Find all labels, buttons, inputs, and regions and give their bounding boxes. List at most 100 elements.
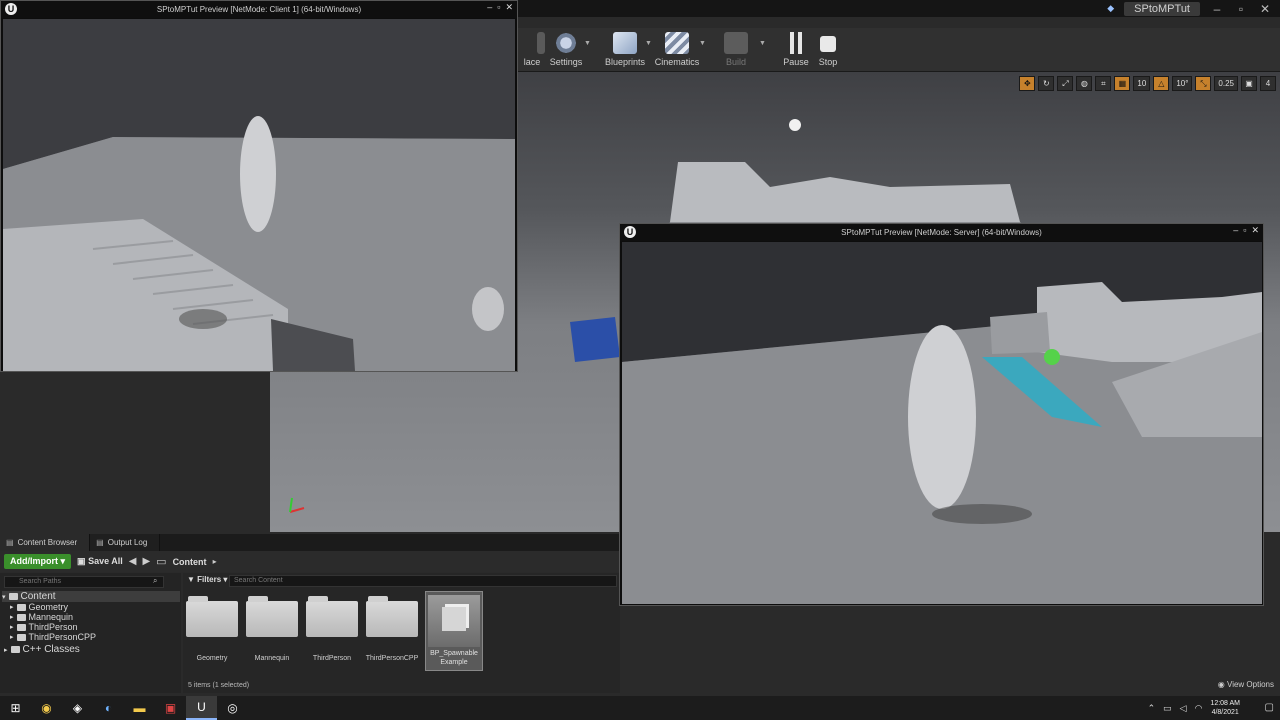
asset-bp-spawnable-example[interactable]: BP_Spawnable Example xyxy=(425,591,483,671)
expand-arrow-icon[interactable]: ▸ xyxy=(10,613,14,621)
breadcrumb[interactable]: Content xyxy=(173,557,207,567)
maximize-icon[interactable]: ▫ xyxy=(1234,2,1248,16)
forward-arrow-icon[interactable]: ▶ xyxy=(142,556,150,567)
clock[interactable]: 12:08 AM 4/8/2021 xyxy=(1210,699,1240,717)
close-icon[interactable]: ✕ xyxy=(1251,225,1259,236)
expand-arrow-icon[interactable]: ▸ xyxy=(10,603,14,611)
search-content-input[interactable]: Search Content xyxy=(229,575,617,587)
tray-chevron-icon[interactable]: ⌃ xyxy=(1148,703,1156,714)
close-icon[interactable]: ✕ xyxy=(1258,2,1272,16)
save-all-button[interactable]: ▣ Save All xyxy=(77,556,123,567)
stop-button[interactable]: Stop xyxy=(803,32,853,67)
pie-window-title: SPtoMPTut Preview [NetMode: Server] (64-… xyxy=(841,228,1042,237)
file-explorer-icon[interactable]: ▬ xyxy=(124,696,155,720)
build-button[interactable]: Build xyxy=(711,32,761,67)
minimize-icon[interactable]: – xyxy=(1210,2,1224,16)
light-source-icon xyxy=(789,119,801,131)
start-icon[interactable]: ⊞ xyxy=(0,696,31,720)
asset-folder-thirdpersoncpp[interactable]: ThirdPersonCPP xyxy=(363,593,421,662)
tree-label: ThirdPersonCPP xyxy=(28,632,97,642)
tab-content-browser[interactable]: ▤ Content Browser xyxy=(0,534,91,551)
tab-output-log[interactable]: ▤ Output Log xyxy=(90,534,161,551)
unreal-editor-icon[interactable]: U xyxy=(186,696,217,720)
cube-icon xyxy=(442,607,466,631)
window-controls: – ▫ ✕ xyxy=(1233,225,1259,236)
view-options-label: View Options xyxy=(1227,680,1274,689)
expand-arrow-icon[interactable]: ▸ xyxy=(10,633,14,641)
tree-label: Mannequin xyxy=(28,612,74,622)
asset-folder-thirdperson[interactable]: ThirdPerson xyxy=(303,593,361,662)
blueprint-thumbnail xyxy=(428,595,480,647)
asset-folder-mannequin[interactable]: Mannequin xyxy=(243,593,301,662)
back-arrow-icon[interactable]: ◀ xyxy=(129,556,137,567)
expand-arrow-icon[interactable]: ▸ xyxy=(10,623,14,631)
chevron-down-icon[interactable]: ▼ xyxy=(699,40,706,47)
source-control-icon[interactable]: ◆ xyxy=(1107,3,1114,14)
tree-item-content[interactable]: ▾ Content xyxy=(2,591,180,602)
toolbar-label: Build xyxy=(725,57,746,67)
chrome-icon[interactable]: ◉ xyxy=(31,696,62,720)
search-icon[interactable]: ⌕ xyxy=(153,576,157,586)
asset-view: ▼ Filters ▾ Search Content Geometry Mann… xyxy=(183,573,620,693)
blueprints-button[interactable]: Blueprints xyxy=(600,32,650,67)
client-scene xyxy=(3,19,515,371)
tree-item-thirdperson[interactable]: ▸ ThirdPerson xyxy=(10,622,78,632)
tree-item-geometry[interactable]: ▸ Geometry xyxy=(10,602,68,612)
chevron-right-icon[interactable]: ▸ xyxy=(213,557,217,566)
close-icon[interactable]: ✕ xyxy=(505,2,513,13)
maximize-icon[interactable]: ▫ xyxy=(1243,225,1246,236)
window-controls: – ▫ ✕ xyxy=(487,2,513,13)
server-game-view[interactable] xyxy=(622,242,1262,604)
settings-button[interactable]: Settings xyxy=(541,32,591,67)
folder-icon xyxy=(16,623,26,631)
tree-label: ThirdPerson xyxy=(28,622,78,632)
epic-launcher-icon[interactable]: ▣ xyxy=(155,696,186,720)
view-options-button[interactable]: ◉ View Options xyxy=(1218,680,1274,689)
build-icon xyxy=(724,32,748,54)
paths-panel: ☰ Search Paths ⌕ ▾ Content ▸ Geometry ▸ … xyxy=(0,573,181,693)
app-icon[interactable]: ◎ xyxy=(217,696,248,720)
add-import-label: Add/Import xyxy=(10,556,58,566)
maximize-icon[interactable]: ▫ xyxy=(497,2,500,13)
network-icon[interactable]: ▭ xyxy=(1163,703,1172,714)
search-paths-input[interactable]: Search Paths xyxy=(4,576,164,588)
asset-label: Mannequin xyxy=(254,655,290,662)
chevron-down-icon[interactable]: ▼ xyxy=(645,40,652,47)
tree-item-thirdpersoncpp[interactable]: ▸ ThirdPersonCPP xyxy=(10,632,96,642)
filters-label: Filters xyxy=(197,575,222,584)
minimize-icon[interactable]: – xyxy=(1233,225,1238,236)
expand-arrow-icon[interactable]: ▸ xyxy=(4,646,8,654)
asset-folder-geometry[interactable]: Geometry xyxy=(183,593,241,662)
chevron-down-icon[interactable]: ▼ xyxy=(584,40,591,47)
tab-label: Content Browser xyxy=(17,538,78,547)
steam-icon[interactable]: ◈ xyxy=(62,696,93,720)
filters-button[interactable]: ▼ Filters ▾ xyxy=(187,575,227,584)
folder-icon xyxy=(16,603,26,611)
app-icon[interactable]: ◐ xyxy=(93,696,124,720)
clapper-icon xyxy=(665,32,689,54)
folder-icon xyxy=(366,596,418,637)
save-all-label: Save All xyxy=(88,556,123,566)
notification-icon[interactable]: ▢ xyxy=(1265,702,1274,713)
client-game-view[interactable] xyxy=(3,19,515,371)
volume-icon[interactable]: ◁ xyxy=(1180,703,1187,714)
asset-label: ThirdPerson xyxy=(312,655,352,662)
clock-time: 12:08 AM xyxy=(1210,700,1240,707)
tree-label: Geometry xyxy=(28,602,69,612)
expand-arrow-icon[interactable]: ▾ xyxy=(2,593,6,601)
player-character xyxy=(908,325,976,509)
tree-item-cpp-classes[interactable]: ▸ C++ Classes xyxy=(4,644,80,655)
folder-icon xyxy=(246,596,298,637)
folder-icon xyxy=(186,596,238,637)
tab-label: Output Log xyxy=(107,538,148,547)
tree-item-mannequin[interactable]: ▸ Mannequin xyxy=(10,612,73,622)
add-import-button[interactable]: Add/Import ▾ xyxy=(4,554,72,569)
chevron-down-icon[interactable]: ▼ xyxy=(759,40,766,47)
minimize-icon[interactable]: – xyxy=(487,2,492,13)
toolbar-label: Stop xyxy=(818,57,838,67)
pickup-sphere xyxy=(1044,349,1060,365)
content-browser-toolbar: Add/Import ▾ ▣ Save All ◀ ▶ ▭ Content ▸ xyxy=(0,551,620,572)
wifi-icon[interactable]: ◠ xyxy=(1195,703,1203,714)
cinematics-button[interactable]: Cinematics xyxy=(652,32,702,67)
pie-window-client: U SPtoMPTut Preview [NetMode: Client 1] … xyxy=(0,0,518,372)
